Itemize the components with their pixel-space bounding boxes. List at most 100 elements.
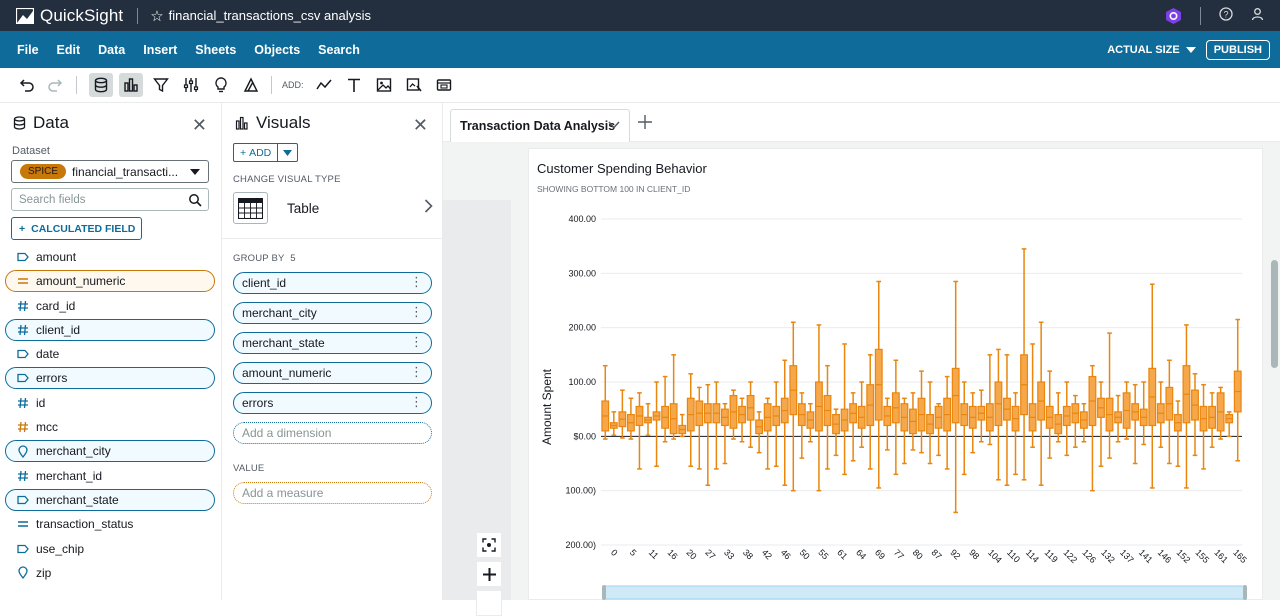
group-by-field-client-id[interactable]: client_id ⋮: [233, 272, 432, 294]
x-tick-label: 69: [873, 547, 887, 561]
menu-item-sheets[interactable]: Sheets: [186, 43, 245, 57]
menu-item-objects[interactable]: Objects: [245, 43, 309, 57]
field-date[interactable]: date: [5, 343, 215, 365]
scrollbar-thumb[interactable]: [1271, 260, 1278, 368]
group-by-label: GROUP BY 5: [233, 253, 296, 264]
add-dimension-slot[interactable]: Add a dimension: [233, 422, 432, 444]
actual-size-dropdown[interactable]: ACTUAL SIZE: [1107, 44, 1196, 56]
visual-type-selector[interactable]: Table: [233, 191, 433, 225]
measure-blue-icon: [16, 519, 29, 529]
field-label: mcc: [36, 420, 58, 435]
field-mcc[interactable]: mcc: [5, 416, 215, 438]
user-icon[interactable]: [1251, 7, 1264, 24]
close-icon[interactable]: ✕: [192, 115, 207, 136]
y-tick-label: 400.00: [568, 214, 596, 224]
add-measure-label: Add a measure: [242, 486, 324, 500]
add-embed-icon[interactable]: [432, 73, 456, 97]
change-visual-type-label: CHANGE VISUAL TYPE: [233, 174, 341, 185]
caret-down-icon[interactable]: [278, 147, 297, 159]
filter-icon[interactable]: [149, 73, 173, 97]
zoom-out-icon[interactable]: [476, 590, 502, 616]
menu-item-edit[interactable]: Edit: [48, 43, 90, 57]
field-use-chip[interactable]: use_chip: [5, 538, 215, 560]
field-transaction-status[interactable]: transaction_status: [5, 513, 215, 535]
field-merchant-city[interactable]: merchant_city: [5, 440, 215, 463]
dataset-label: Dataset: [12, 145, 50, 157]
add-insight-icon[interactable]: [402, 73, 426, 97]
focus-icon[interactable]: [476, 532, 502, 558]
group-by-field-merchant-state[interactable]: merchant_state ⋮: [233, 332, 432, 354]
group-by-field-merchant-city[interactable]: merchant_city ⋮: [233, 302, 432, 324]
star-icon[interactable]: ☆: [150, 7, 163, 25]
redo-icon[interactable]: [44, 73, 68, 97]
undo-icon[interactable]: [14, 73, 38, 97]
hash-icon: [16, 324, 29, 336]
spice-badge: SPICE: [20, 164, 67, 179]
field-amount-numeric[interactable]: amount_numeric: [5, 270, 215, 293]
menu-item-data[interactable]: Data: [89, 43, 134, 57]
parameters-icon[interactable]: [179, 73, 203, 97]
zoom-in-icon[interactable]: [476, 561, 502, 587]
top-bar: QuickSight ☆ financial_transactions_csv …: [0, 0, 1280, 31]
q-hexagon-icon[interactable]: [1165, 7, 1182, 25]
field-client-id[interactable]: client_id: [5, 318, 215, 341]
add-measure-slot[interactable]: Add a measure: [233, 482, 432, 504]
search-fields: [11, 188, 209, 211]
caret-down-icon: [1185, 46, 1196, 53]
x-tick-label: 27: [703, 547, 717, 561]
more-options-icon[interactable]: ⋮: [410, 395, 423, 408]
quicksight-logo-icon: [16, 7, 34, 24]
visuals-panel-icon[interactable]: [119, 73, 143, 97]
menu-item-insert[interactable]: Insert: [134, 43, 186, 57]
actual-size-label: ACTUAL SIZE: [1107, 43, 1180, 56]
group-by-field-errors[interactable]: errors ⋮: [233, 392, 432, 414]
analysis-name[interactable]: financial_transactions_csv analysis: [169, 8, 371, 23]
x-tick-label: 141: [1137, 547, 1155, 565]
quicksight-logo[interactable]: QuickSight: [16, 6, 123, 26]
add-visual-button[interactable]: + ADD: [233, 143, 299, 162]
more-options-icon[interactable]: ⋮: [410, 335, 423, 348]
menu-item-search[interactable]: Search: [309, 43, 369, 57]
insights-lightbulb-icon[interactable]: [209, 73, 233, 97]
field-label: transaction_status: [36, 517, 134, 532]
plus-icon: +: [240, 146, 250, 159]
group-by-field-amount-numeric[interactable]: amount_numeric ⋮: [233, 362, 432, 384]
sheet-tab[interactable]: Transaction Data Analysis: [450, 109, 630, 142]
more-options-icon[interactable]: ⋮: [410, 365, 423, 378]
calculated-field-button[interactable]: + CALCULATED FIELD: [11, 217, 142, 240]
table-icon: [233, 192, 268, 224]
field-id[interactable]: id: [5, 392, 215, 414]
more-options-icon[interactable]: ⋮: [410, 275, 423, 288]
close-icon[interactable]: ✕: [413, 115, 428, 136]
menu-item-file[interactable]: File: [8, 43, 48, 57]
measure-icon: [16, 276, 29, 286]
add-visual-line-icon[interactable]: [312, 73, 336, 97]
data-panel-icon[interactable]: [89, 73, 113, 97]
search-fields-input[interactable]: [12, 189, 208, 210]
bar-chart-icon: [235, 116, 248, 130]
field-merchant-state[interactable]: merchant_state: [5, 488, 215, 511]
publish-button[interactable]: PUBLISH: [1205, 39, 1270, 60]
dataset-select[interactable]: SPICE financial_transacti...: [11, 160, 209, 183]
field-merchant-id[interactable]: merchant_id: [5, 465, 215, 487]
canvas-scrollbar[interactable]: [1268, 142, 1280, 600]
field-amount[interactable]: amount: [5, 246, 215, 268]
search-icon[interactable]: [188, 193, 202, 207]
add-sheet-icon[interactable]: [638, 112, 652, 135]
x-tick-label: 122: [1061, 547, 1079, 565]
divider: [76, 76, 77, 94]
field-errors[interactable]: errors: [5, 367, 215, 390]
boxplot-visual[interactable]: Customer Spending Behavior SHOWING BOTTO…: [528, 148, 1263, 600]
more-options-icon[interactable]: ⋮: [410, 305, 423, 318]
field-card-id[interactable]: card_id: [5, 295, 215, 317]
field-zip[interactable]: zip: [5, 562, 215, 584]
themes-icon[interactable]: [239, 73, 263, 97]
add-text-icon[interactable]: [342, 73, 366, 97]
caret-down-icon: [190, 169, 200, 175]
x-tick-label: 50: [798, 547, 812, 561]
x-tick-label: 77: [892, 547, 906, 561]
chevron-down-icon[interactable]: [608, 118, 620, 132]
add-image-icon[interactable]: [372, 73, 396, 97]
help-icon[interactable]: ?: [1219, 7, 1233, 24]
x-tick-label: 0: [609, 547, 620, 558]
